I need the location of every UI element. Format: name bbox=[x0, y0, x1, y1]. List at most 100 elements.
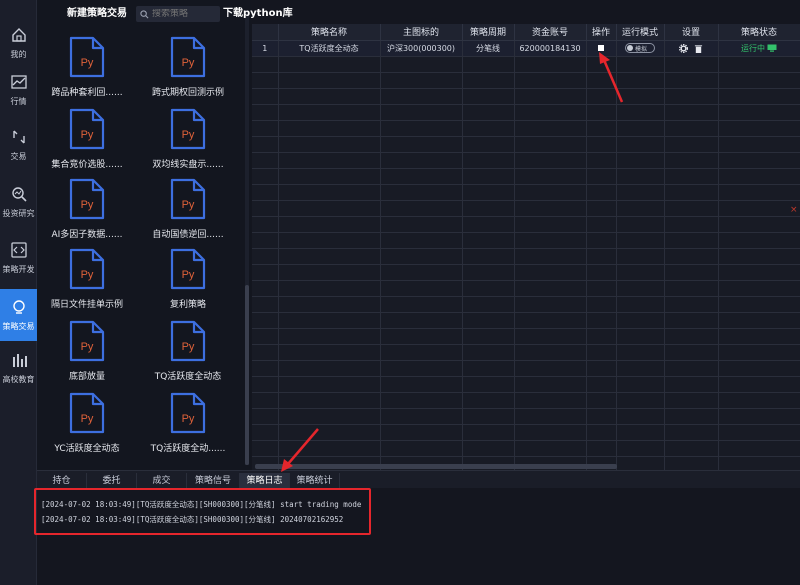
svg-text:Py: Py bbox=[81, 129, 94, 141]
tab-5[interactable]: 策略日志 bbox=[240, 473, 290, 489]
python-file-icon: Py bbox=[170, 178, 206, 220]
strategy-file-card[interactable]: Py TQ活跃度全动...... bbox=[140, 392, 236, 454]
tab-3[interactable]: 成交 bbox=[137, 473, 187, 489]
table-header-cell[interactable]: 操作 bbox=[586, 24, 617, 41]
strategy-file-card[interactable]: Py 复利策略 bbox=[140, 248, 236, 310]
sidebar-item-trade[interactable]: 交易 bbox=[0, 119, 37, 171]
strategy-file-card[interactable]: Py YC活跃度全动态 bbox=[39, 392, 135, 454]
strategy-file-card[interactable]: Py TQ活跃度全动态 bbox=[140, 320, 236, 382]
table-horizontal-scrollbar[interactable] bbox=[255, 464, 617, 469]
empty-cell bbox=[462, 136, 515, 153]
empty-cell bbox=[586, 440, 617, 457]
search-box[interactable] bbox=[136, 6, 220, 22]
empty-cell bbox=[664, 264, 719, 281]
strategy-file-card[interactable]: Py AI多因子数据...... bbox=[39, 178, 135, 240]
empty-cell bbox=[664, 200, 719, 217]
empty-cell bbox=[664, 392, 719, 409]
education-icon bbox=[12, 354, 27, 367]
table-header-cell[interactable]: 资金账号 bbox=[514, 24, 587, 41]
empty-cell bbox=[586, 392, 617, 409]
empty-cell bbox=[252, 392, 279, 409]
empty-cell bbox=[718, 376, 800, 393]
empty-cell bbox=[718, 312, 800, 329]
python-file-icon: Py bbox=[69, 320, 105, 362]
empty-cell bbox=[586, 232, 617, 249]
empty-cell bbox=[616, 56, 665, 73]
empty-cell bbox=[380, 104, 463, 121]
chart-icon bbox=[10, 75, 27, 89]
empty-cell bbox=[664, 440, 719, 457]
empty-cell bbox=[586, 264, 617, 281]
trash-icon[interactable] bbox=[694, 44, 703, 53]
table-header-cell[interactable]: 设置 bbox=[664, 24, 719, 41]
strategy-file-card[interactable]: Py 跨品种套利回...... bbox=[39, 36, 135, 98]
strategy-file-card[interactable]: Py 集合竞价选股...... bbox=[39, 108, 135, 170]
monitor-icon[interactable] bbox=[767, 44, 777, 52]
mode-toggle[interactable]: 模拟 bbox=[625, 43, 655, 53]
empty-table-row bbox=[252, 440, 800, 457]
empty-cell bbox=[616, 280, 665, 297]
sidebar-item-label: 高校教育 bbox=[2, 375, 35, 384]
gear-icon[interactable] bbox=[679, 43, 688, 53]
empty-cell bbox=[718, 72, 800, 89]
sidebar-item-home[interactable]: 我的 bbox=[0, 17, 37, 69]
table-row[interactable]: 1 TQ活跃度全动态 沪深300(000300) 分笔线 620000184130 模拟 运… bbox=[252, 40, 800, 57]
strategy-file-card[interactable]: Py 双均线实盘示...... bbox=[140, 108, 236, 170]
empty-cell bbox=[252, 344, 279, 361]
strategy-file-card[interactable]: Py 跨式期权回测示例 bbox=[140, 36, 236, 98]
empty-table-row bbox=[252, 312, 800, 329]
empty-cell bbox=[664, 328, 719, 345]
empty-cell bbox=[616, 296, 665, 313]
empty-cell bbox=[616, 376, 665, 393]
table-header-cell[interactable]: 策略周期 bbox=[462, 24, 515, 41]
empty-cell bbox=[514, 440, 587, 457]
empty-cell bbox=[664, 408, 719, 425]
empty-cell bbox=[380, 232, 463, 249]
empty-cell bbox=[664, 424, 719, 441]
empty-cell bbox=[718, 248, 800, 265]
sidebar-item-chart[interactable]: 行情 bbox=[0, 64, 37, 116]
sidebar-item-education[interactable]: 高校教育 bbox=[0, 342, 37, 394]
close-mark[interactable]: × bbox=[790, 205, 798, 215]
download-python-link[interactable]: 下载python库 bbox=[223, 6, 293, 22]
table-header-cell[interactable] bbox=[252, 24, 279, 41]
library-header: 新建策略交易 bbox=[37, 6, 251, 22]
table-header-cell[interactable]: 策略名称 bbox=[278, 24, 381, 41]
sidebar-item-label: 投资研究 bbox=[2, 209, 35, 218]
strategy-file-card[interactable]: Py 隔日文件挂单示例 bbox=[39, 248, 135, 310]
empty-cell bbox=[514, 312, 587, 329]
empty-cell bbox=[278, 424, 381, 441]
table-header-cell[interactable]: 运行模式 bbox=[616, 24, 665, 41]
strategy-file-name: 自动国债逆回...... bbox=[152, 230, 224, 240]
table-header-cell[interactable]: 主图标的 bbox=[380, 24, 463, 41]
tab-4[interactable]: 策略信号 bbox=[187, 473, 240, 489]
tab-2[interactable]: 委托 bbox=[87, 473, 137, 489]
sidebar-item-code[interactable]: 策略开发 bbox=[0, 232, 37, 284]
sidebar-item-research[interactable]: 投资研究 bbox=[0, 176, 37, 228]
stop-button[interactable] bbox=[598, 45, 604, 51]
new-strategy-tab[interactable]: 新建策略交易 bbox=[47, 6, 147, 22]
strategy-file-card[interactable]: Py 自动国债逆回...... bbox=[140, 178, 236, 240]
tab-1[interactable]: 持仓 bbox=[37, 473, 87, 489]
empty-cell bbox=[718, 184, 800, 201]
table-header-cell[interactable]: 策略状态 bbox=[718, 24, 800, 41]
empty-cell bbox=[252, 216, 279, 233]
strategy-file-card[interactable]: Py 底部放量 bbox=[39, 320, 135, 382]
tab-6[interactable]: 策略统计 bbox=[290, 473, 340, 489]
empty-cell bbox=[278, 264, 381, 281]
empty-cell bbox=[718, 296, 800, 313]
empty-cell bbox=[380, 296, 463, 313]
empty-cell bbox=[664, 168, 719, 185]
empty-cell bbox=[616, 168, 665, 185]
empty-cell bbox=[664, 136, 719, 153]
search-input[interactable] bbox=[152, 9, 216, 19]
empty-cell bbox=[380, 216, 463, 233]
period-cell: 分笔线 bbox=[462, 40, 515, 57]
strategy-file-name: 集合竞价选股...... bbox=[51, 160, 123, 170]
library-scrollbar-thumb[interactable] bbox=[245, 285, 249, 465]
sidebar-item-bulb[interactable]: 策略交易 bbox=[0, 289, 37, 341]
empty-cell bbox=[718, 88, 800, 105]
empty-cell bbox=[718, 232, 800, 249]
empty-cell bbox=[514, 408, 587, 425]
empty-cell bbox=[252, 56, 279, 73]
